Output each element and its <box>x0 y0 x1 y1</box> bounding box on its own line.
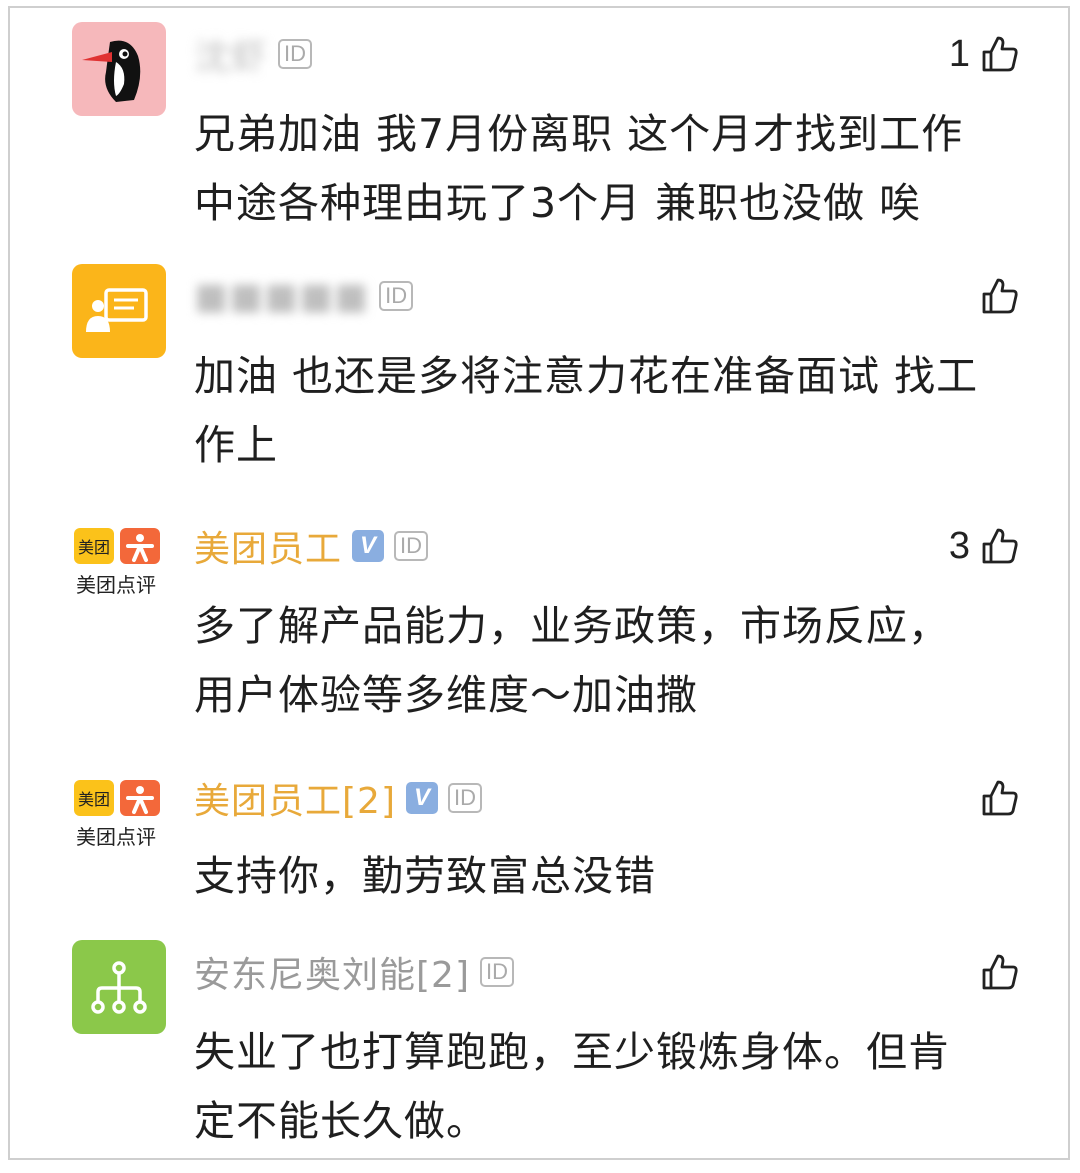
like-button[interactable]: 1 <box>949 30 1020 78</box>
id-badge: ID <box>278 39 313 69</box>
id-badge: ID <box>379 281 414 311</box>
comment-text-line: 兄弟加油 我7月份离职 这个月才找到工作 <box>194 110 964 158</box>
thumbs-up-icon <box>982 780 1018 816</box>
like-count: 3 <box>948 524 970 567</box>
comment-text-line: 中途各种理由玩了3个月 兼职也没做 唉 <box>194 179 922 227</box>
thumbs-up-icon <box>982 528 1018 564</box>
comment-text-line: 支持你，勤劳致富总没错 <box>194 852 656 900</box>
username-row: 安东尼奥刘能[2] ID <box>194 948 514 996</box>
avatar[interactable] <box>72 264 166 358</box>
avatar[interactable]: 美团 美团点评 <box>72 524 164 604</box>
username[interactable]: 美团员工[2] <box>194 772 396 824</box>
comment-text: 多了解产品能力，业务政策，市场反应， 用户体验等多维度～加油撒 <box>194 592 1034 730</box>
verified-badge: V <box>352 530 385 562</box>
svg-text:美团点评: 美团点评 <box>76 573 156 597</box>
id-badge: ID <box>394 531 429 561</box>
comment-text: 兄弟加油 我7月份离职 这个月才找到工作 中途各种理由玩了3个月 兼职也没做 唉 <box>194 100 1034 238</box>
username[interactable]: 沈虾 <box>194 28 268 80</box>
like-button[interactable] <box>970 948 1020 996</box>
username[interactable]: 美团员工 <box>194 520 342 572</box>
comment-text-line: 作上 <box>194 421 278 469</box>
comment-text-line: 多了解产品能力，业务政策，市场反应， <box>194 602 950 650</box>
comment-text-line: 定不能长久做。 <box>194 1097 488 1145</box>
avatar[interactable]: 美团 美团点评 <box>72 776 164 856</box>
username-row: 美团员工 V ID <box>194 520 429 572</box>
verified-badge: V <box>406 782 438 814</box>
like-count: 1 <box>948 32 970 75</box>
username-row: 美团员工[2] V ID <box>194 774 482 822</box>
woodpecker-icon <box>82 40 141 102</box>
avatar[interactable] <box>72 940 166 1034</box>
username-row: ■■■■■ ID <box>194 272 414 320</box>
like-button[interactable] <box>970 272 1020 320</box>
comment-text-line: 加油 也还是多将注意力花在准备面试 找工 <box>194 352 979 400</box>
svg-text:美团: 美团 <box>78 790 110 809</box>
comment-text: 加油 也还是多将注意力花在准备面试 找工 作上 <box>194 342 1034 480</box>
comment-text: 支持你，勤劳致富总没错 <box>194 842 1034 911</box>
like-button[interactable] <box>970 774 1020 822</box>
svg-text:美团点评: 美团点评 <box>76 825 156 849</box>
meituan-dianping-logo: 美团 美团点评 <box>74 528 160 597</box>
svg-text:美团: 美团 <box>78 538 110 557</box>
org-tree-icon <box>91 961 147 1014</box>
username[interactable]: 安东尼奥刘能[2] <box>194 946 470 998</box>
comment-text-line: 失业了也打算跑跑，至少锻炼身体。但肯 <box>194 1028 950 1076</box>
comment-text-line: 用户体验等多维度～加油撒 <box>194 671 698 719</box>
thumbs-up-icon <box>982 278 1018 314</box>
thumbs-up-icon <box>982 36 1018 72</box>
like-button[interactable]: 3 <box>949 522 1020 570</box>
id-badge: ID <box>448 783 482 813</box>
avatar[interactable] <box>72 22 166 116</box>
presenter-icon <box>86 288 148 332</box>
username[interactable]: ■■■■■ <box>194 276 369 317</box>
meituan-dianping-logo: 美团 美团点评 <box>74 780 160 849</box>
username-row: 沈虾 ID <box>194 28 313 80</box>
comment-list: 沈虾 ID 1 兄弟加油 我7月份离职 这个月才找到工作 中途各种理由玩了3个月… <box>8 6 1070 1160</box>
thumbs-up-icon <box>982 954 1018 990</box>
comment-text: 失业了也打算跑跑，至少锻炼身体。但肯 定不能长久做。 <box>194 1018 1034 1156</box>
id-badge: ID <box>480 957 514 987</box>
